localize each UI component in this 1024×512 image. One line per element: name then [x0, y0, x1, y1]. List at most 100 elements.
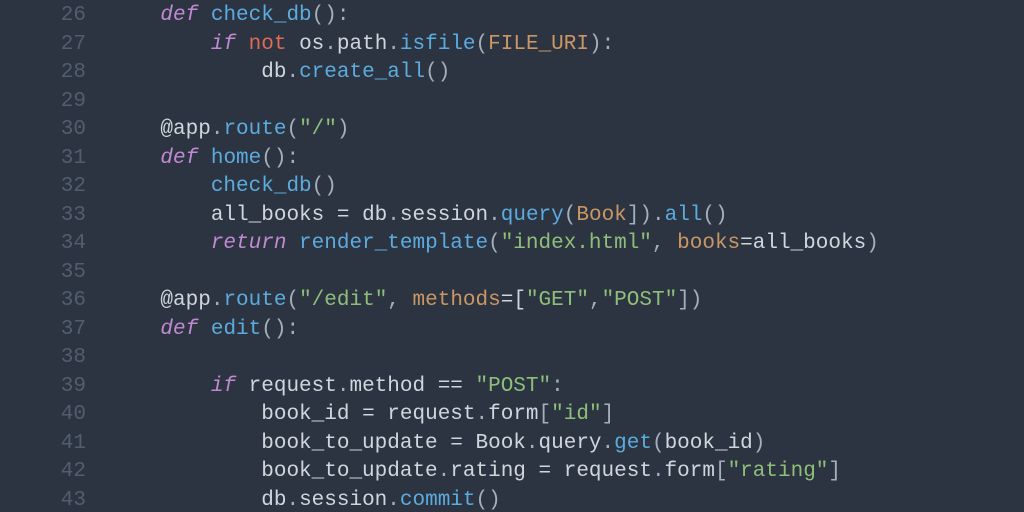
token-obj: request	[387, 403, 475, 426]
code-line[interactable]	[110, 88, 1024, 117]
code-line[interactable]: @app.route("/")	[110, 116, 1024, 145]
line-number: 29	[0, 88, 86, 117]
token-op: =	[362, 403, 387, 426]
line-number: 43	[0, 487, 86, 512]
token-punc: .	[387, 204, 400, 227]
code-editor[interactable]: 262728293031323334353637383940414243 def…	[0, 0, 1024, 512]
token-punc: ()	[312, 175, 337, 198]
line-number: 42	[0, 458, 86, 487]
code-line[interactable]	[110, 259, 1024, 288]
token-obj: rating	[450, 460, 538, 483]
token-punc: ):	[589, 33, 614, 56]
token-call: get	[614, 432, 652, 455]
token-punc: :	[551, 375, 564, 398]
token-obj: form	[488, 403, 538, 426]
token-punc: .	[211, 289, 224, 312]
code-line[interactable]: def home():	[110, 145, 1024, 174]
token-op: =	[740, 232, 753, 255]
token-dec: @app	[160, 118, 210, 141]
token-dec: @app	[160, 289, 210, 312]
token-punc: ,	[589, 289, 602, 312]
token-punc: .	[488, 204, 501, 227]
token-call: query	[501, 204, 564, 227]
line-number: 40	[0, 401, 86, 430]
token-obj: Book	[475, 432, 525, 455]
code-line[interactable]: db.session.commit()	[110, 487, 1024, 512]
token-obj: all_books	[753, 232, 866, 255]
token-str: "POST"	[602, 289, 678, 312]
code-line[interactable]: book_to_update.rating = request.form["ra…	[110, 458, 1024, 487]
token-obj: method	[349, 375, 437, 398]
token-obj: book_to_update	[261, 432, 450, 455]
token-def: def	[160, 318, 210, 341]
token-call: render_template	[299, 232, 488, 255]
token-punc: .	[526, 432, 539, 455]
token-fn: home	[211, 147, 261, 170]
code-area[interactable]: def check_db(): if not os.path.isfile(FI…	[110, 2, 1024, 512]
code-line[interactable]	[110, 344, 1024, 373]
token-param: methods	[413, 289, 501, 312]
token-fn: edit	[211, 318, 261, 341]
token-obj: session	[400, 204, 488, 227]
code-line[interactable]: book_to_update = Book.query.get(book_id)	[110, 430, 1024, 459]
token-punc: .	[286, 489, 299, 512]
token-punc: (	[488, 232, 501, 255]
token-punc: .	[387, 33, 400, 56]
token-punc: (	[286, 118, 299, 141]
token-obj: session	[299, 489, 387, 512]
code-line[interactable]: all_books = db.session.query(Book]).all(…	[110, 202, 1024, 231]
token-punc: (	[564, 204, 577, 227]
token-punc: ]	[828, 460, 841, 483]
token-op: =[	[501, 289, 526, 312]
line-number: 27	[0, 31, 86, 60]
token-obj: request	[249, 375, 337, 398]
token-obj: query	[539, 432, 602, 455]
code-line[interactable]: if request.method == "POST":	[110, 373, 1024, 402]
token-obj: all_books	[211, 204, 337, 227]
token-punc: .	[211, 118, 224, 141]
code-line[interactable]: def check_db():	[110, 2, 1024, 31]
token-def: def	[160, 147, 210, 170]
code-line[interactable]: book_id = request.form["id"]	[110, 401, 1024, 430]
token-punc: ():	[261, 318, 299, 341]
code-line[interactable]: @app.route("/edit", methods=["GET","POST…	[110, 287, 1024, 316]
token-punc: ]).	[627, 204, 665, 227]
code-line[interactable]: if not os.path.isfile(FILE_URI):	[110, 31, 1024, 60]
token-punc: .	[286, 61, 299, 84]
line-number: 35	[0, 259, 86, 288]
line-number: 38	[0, 344, 86, 373]
token-obj: form	[665, 460, 715, 483]
token-op: =	[450, 432, 475, 455]
token-obj: db	[261, 61, 286, 84]
line-number: 39	[0, 373, 86, 402]
token-op: =	[337, 204, 362, 227]
code-line[interactable]: def edit():	[110, 316, 1024, 345]
token-punc: .	[387, 489, 400, 512]
line-number: 30	[0, 116, 86, 145]
token-op: =	[539, 460, 564, 483]
token-punc: ,	[387, 289, 412, 312]
token-const: FILE_URI	[488, 33, 589, 56]
token-punc: )	[866, 232, 879, 255]
token-punc: ]	[602, 403, 615, 426]
token-str: "id"	[551, 403, 601, 426]
code-line[interactable]: return render_template("index.html", boo…	[110, 230, 1024, 259]
token-decfn: route	[223, 118, 286, 141]
token-def: def	[160, 4, 210, 27]
code-line[interactable]: check_db()	[110, 173, 1024, 202]
token-obj: path	[337, 33, 387, 56]
line-number: 28	[0, 59, 86, 88]
token-const: Book	[576, 204, 626, 227]
line-number: 34	[0, 230, 86, 259]
token-punc: [	[539, 403, 552, 426]
line-number: 32	[0, 173, 86, 202]
token-str: "/"	[299, 118, 337, 141]
token-punc: ():	[312, 4, 350, 27]
token-not: not	[249, 33, 299, 56]
token-str: "index.html"	[501, 232, 652, 255]
token-obj: request	[564, 460, 652, 483]
token-punc: )	[337, 118, 350, 141]
code-line[interactable]: db.create_all()	[110, 59, 1024, 88]
token-punc: .	[337, 375, 350, 398]
token-fn: check_db	[211, 4, 312, 27]
